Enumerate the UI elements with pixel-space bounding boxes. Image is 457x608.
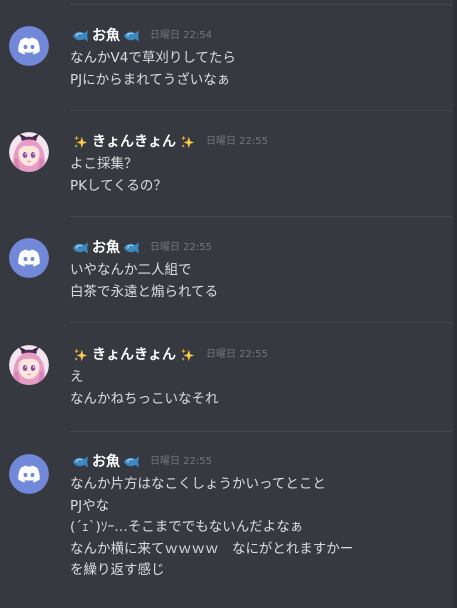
message-line: を繰り返す感じ (70, 562, 165, 578)
message-content: なんかV4で草刈りしてたら PJにからまれてうざいなぁ (70, 48, 236, 91)
message-content: いやなんか二人組で 白茶で永遠と煽られてる (70, 260, 218, 303)
discord-logo-icon (9, 238, 49, 278)
username[interactable]: お魚 (70, 452, 142, 472)
username[interactable]: きょんきょん (70, 132, 198, 152)
username-text: お魚 (92, 454, 120, 470)
avatar[interactable] (9, 345, 49, 385)
message-divider (70, 4, 457, 5)
message-item: きょんきょん 日曜日 22:55 え なんかねちっこいなそれ (0, 345, 453, 407)
message-line: いやなんか二人組で (70, 262, 192, 278)
message-line: PJやな (70, 497, 110, 514)
message-divider (70, 322, 457, 323)
username-text: お魚 (92, 28, 120, 44)
message-header: きょんきょん 日曜日 22:55 (70, 132, 268, 152)
anime-girl-avatar-icon (9, 132, 49, 172)
fish-icon (72, 455, 89, 469)
sparkles-icon (72, 135, 89, 149)
avatar[interactable] (9, 238, 49, 278)
message-divider (70, 110, 457, 111)
avatar[interactable] (9, 26, 49, 66)
anime-girl-avatar-icon (9, 345, 49, 385)
message-line: よこ採集？ (70, 156, 138, 172)
message-item: お魚 日曜日 22:55 なんか片方はなこくしょうかいってとこと PJやな (´… (0, 452, 453, 584)
fish-icon (72, 241, 89, 255)
message-line: なんか横に来てｗｗｗｗ なにがとれますかー (70, 540, 354, 557)
username-text: きょんきょん (92, 347, 176, 363)
scrollbar-track[interactable] (453, 0, 457, 608)
message-item: きょんきょん 日曜日 22:55 よこ採集？ PKしてくるの？ (0, 132, 453, 194)
message-item: お魚 日曜日 22:54 なんかV4で草刈りしてたら PJにからまれてうざいなぁ (0, 26, 453, 88)
sparkles-icon (179, 348, 196, 362)
fish-icon (123, 29, 140, 43)
message-item: お魚 日曜日 22:55 いやなんか二人組で 白茶で永遠と煽られてる (0, 238, 453, 300)
discord-logo-icon (9, 454, 49, 494)
message-content: よこ採集？ PKしてくるの？ (70, 154, 167, 197)
message-timestamp: 日曜日 22:55 (150, 242, 212, 253)
username[interactable]: お魚 (70, 26, 142, 46)
fish-icon (123, 455, 140, 469)
message-content: なんか片方はなこくしょうかいってとこと PJやな (´ｪ`)ｿｰ…そこまででもな… (70, 474, 353, 582)
message-list: お魚 日曜日 22:54 なんかV4で草刈りしてたら PJにからまれてうざいなぁ… (0, 0, 457, 608)
message-divider (70, 431, 457, 432)
message-line: なんかV4で草刈りしてたら (70, 50, 236, 66)
message-line: え (70, 369, 84, 385)
message-timestamp: 日曜日 22:55 (206, 136, 268, 147)
message-line: なんかねちっこいなそれ (70, 390, 219, 407)
username[interactable]: お魚 (70, 238, 142, 258)
message-line: (´ｪ`)ｿｰ…そこまででもないんだよなぁ (70, 519, 304, 535)
message-timestamp: 日曜日 22:55 (206, 349, 268, 360)
sparkles-icon (72, 348, 89, 362)
username-text: きょんきょん (92, 134, 176, 150)
discord-logo-icon (9, 26, 49, 66)
message-line: PJにからまれてうざいなぁ (70, 71, 231, 88)
message-header: お魚 日曜日 22:54 (70, 26, 212, 46)
message-content: え なんかねちっこいなそれ (70, 367, 219, 410)
message-header: きょんきょん 日曜日 22:55 (70, 345, 268, 365)
message-header: お魚 日曜日 22:55 (70, 452, 212, 472)
message-line: なんか片方はなこくしょうかいってとこと (70, 476, 326, 492)
message-timestamp: 日曜日 22:54 (150, 30, 212, 41)
username[interactable]: きょんきょん (70, 345, 198, 365)
message-header: お魚 日曜日 22:55 (70, 238, 212, 258)
sparkles-icon (179, 135, 196, 149)
message-timestamp: 日曜日 22:55 (150, 456, 212, 467)
fish-icon (72, 29, 89, 43)
message-line: PKしてくるの？ (70, 177, 167, 194)
username-text: お魚 (92, 240, 120, 256)
avatar[interactable] (9, 454, 49, 494)
message-divider (70, 216, 457, 217)
message-line: 白茶で永遠と煽られてる (70, 283, 219, 300)
avatar[interactable] (9, 132, 49, 172)
fish-icon (123, 241, 140, 255)
